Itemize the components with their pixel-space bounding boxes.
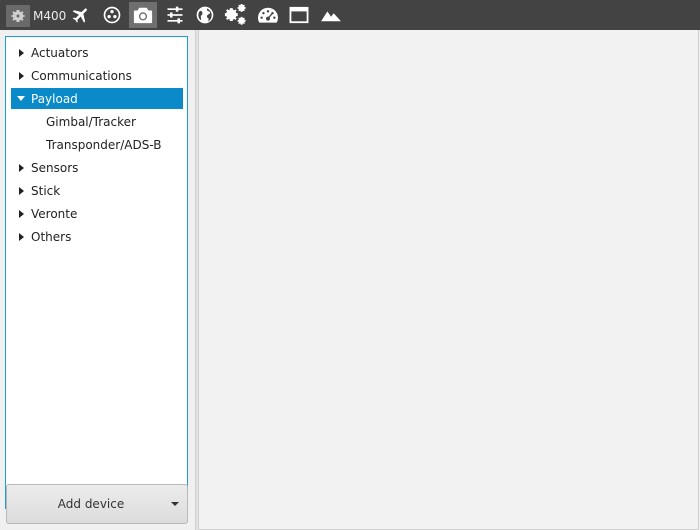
- main-content-area: [199, 30, 699, 530]
- device-selector[interactable]: M400: [6, 5, 66, 27]
- camera-icon[interactable]: [129, 2, 157, 28]
- add-device-button[interactable]: Add device: [6, 484, 188, 524]
- tree-item-actuators[interactable]: Actuators: [11, 42, 183, 63]
- device-gear-icon[interactable]: [6, 5, 30, 27]
- tree-item-label: Gimbal/Tracker: [46, 114, 136, 129]
- mountain-icon[interactable]: [317, 2, 345, 28]
- tree-item-communications[interactable]: Communications: [11, 65, 183, 86]
- tree-item-payload[interactable]: Payload: [11, 88, 183, 109]
- left-panel: Actuators Communications Payload Gimbal/…: [0, 30, 195, 530]
- tree-item-label: Transponder/ADS-B: [46, 137, 162, 152]
- tree-item-gimbal-tracker[interactable]: Gimbal/Tracker: [46, 111, 183, 132]
- globe-icon[interactable]: [191, 2, 219, 28]
- tree-item-sensors[interactable]: Sensors: [11, 157, 183, 178]
- dashboard-icon[interactable]: [254, 2, 282, 28]
- expand-arrow-icon[interactable]: [15, 71, 27, 80]
- joystick-icon[interactable]: [98, 2, 126, 28]
- device-name: M400: [33, 9, 67, 23]
- gears-icon[interactable]: [221, 2, 249, 28]
- expand-arrow-icon[interactable]: [15, 48, 27, 57]
- tree-item-label: Actuators: [31, 45, 89, 60]
- tree-item-transponder-ads-b[interactable]: Transponder/ADS-B: [46, 134, 183, 155]
- expand-arrow-icon[interactable]: [15, 186, 27, 195]
- window-icon[interactable]: [285, 2, 313, 28]
- device-tree[interactable]: Actuators Communications Payload Gimbal/…: [5, 36, 188, 509]
- top-toolbar: M400: [0, 0, 700, 30]
- tree-item-label: Veronte: [31, 206, 78, 221]
- tree-item-label: Payload: [31, 91, 78, 106]
- sliders-icon[interactable]: [161, 2, 189, 28]
- tree-item-veronte[interactable]: Veronte: [11, 203, 183, 224]
- airplane-icon[interactable]: [67, 2, 95, 28]
- tree-item-label: Communications: [31, 68, 132, 83]
- dropdown-arrow-icon[interactable]: [163, 502, 187, 506]
- add-device-label: Add device: [57, 497, 125, 511]
- collapse-arrow-icon[interactable]: [15, 96, 27, 101]
- expand-arrow-icon[interactable]: [15, 209, 27, 218]
- tree-item-others[interactable]: Others: [11, 226, 183, 247]
- tree-item-stick[interactable]: Stick: [11, 180, 183, 201]
- tree-item-label: Others: [31, 229, 72, 244]
- tree-item-label: Stick: [31, 183, 61, 198]
- expand-arrow-icon[interactable]: [15, 232, 27, 241]
- expand-arrow-icon[interactable]: [15, 163, 27, 172]
- tree-item-label: Sensors: [31, 160, 79, 175]
